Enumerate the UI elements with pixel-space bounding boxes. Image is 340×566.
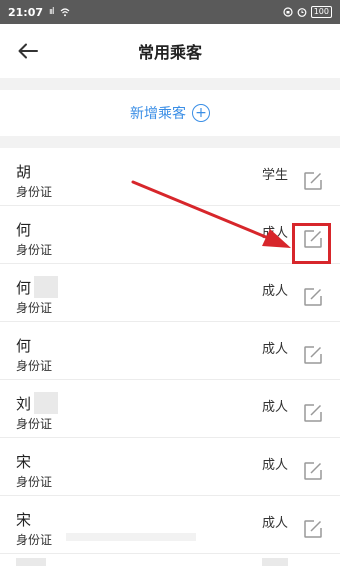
back-button[interactable] xyxy=(12,36,44,66)
redaction-block xyxy=(262,558,288,566)
status-time: 21:07 xyxy=(8,5,44,19)
alarm-clock-icon xyxy=(297,8,307,17)
page-title: 常用乘客 xyxy=(137,43,202,62)
wifi-icon xyxy=(60,7,69,16)
status-bar: 21:07 ııl 100 xyxy=(0,0,340,24)
passenger-row[interactable]: 宋 身份证 成人 xyxy=(0,438,340,496)
passenger-category: 成人 xyxy=(262,516,289,531)
passenger-doc-type: 身份证 xyxy=(16,533,53,547)
passenger-name: 何 xyxy=(16,279,32,297)
passenger-name: 胡 xyxy=(16,163,32,181)
edit-icon[interactable] xyxy=(302,170,324,192)
section-divider xyxy=(0,78,340,90)
passenger-doc-type: 身份证 xyxy=(16,475,53,489)
passenger-doc-type: 身份证 xyxy=(16,417,53,431)
add-passenger-label: 新增乘客 xyxy=(130,106,186,122)
passenger-row[interactable]: 宋 身份证 成人 xyxy=(0,496,340,554)
passenger-category: 成人 xyxy=(262,284,289,299)
passenger-row[interactable]: 刘 身份证 成人 xyxy=(0,380,340,438)
edit-icon[interactable] xyxy=(302,460,324,482)
annotation-highlight-box xyxy=(292,223,331,264)
passenger-category: 成人 xyxy=(262,226,289,241)
section-divider xyxy=(0,136,340,148)
passenger-doc-type: 身份证 xyxy=(16,243,53,257)
alarm-lock-icon xyxy=(283,7,293,17)
passenger-doc-type: 身份证 xyxy=(16,301,53,315)
passenger-name: 刘 xyxy=(16,395,32,413)
arrow-left-icon xyxy=(18,43,38,59)
nav-bar: 常用乘客 xyxy=(0,24,340,78)
passenger-list: 胡 身份证 学生 何 身份证 成人 何 身份证 成人 何 身份证 成人 刘 身份… xyxy=(0,148,340,566)
passenger-row[interactable]: 何 身份证 成人 xyxy=(0,206,340,264)
plus-circle-icon: + xyxy=(192,104,210,122)
status-left: 21:07 ııl xyxy=(8,6,70,19)
passenger-name: 宋 xyxy=(16,511,32,529)
passenger-category: 学生 xyxy=(262,168,289,183)
redaction-block xyxy=(34,276,58,298)
add-passenger-button[interactable]: 新增乘客 + xyxy=(0,90,340,136)
passenger-doc-type: 身份证 xyxy=(16,185,53,199)
status-right: 100 xyxy=(283,6,332,18)
edit-icon[interactable] xyxy=(302,402,324,424)
passenger-name: 何 xyxy=(16,221,32,239)
battery-icon: 100 xyxy=(310,6,332,18)
passenger-category: 成人 xyxy=(262,458,289,473)
passenger-row[interactable]: 胡 身份证 学生 xyxy=(0,148,340,206)
edit-icon[interactable] xyxy=(302,344,324,366)
redaction-block xyxy=(66,533,196,541)
passenger-row-partial[interactable] xyxy=(0,554,340,566)
phone-screen: 21:07 ııl 100 常用乘客 新增乘客 + 胡 身份证 学生 何 身份证… xyxy=(0,0,340,566)
signal-icon: ııl xyxy=(49,7,54,17)
passenger-row[interactable]: 何 身份证 成人 xyxy=(0,264,340,322)
passenger-category: 成人 xyxy=(262,342,289,357)
passenger-category: 成人 xyxy=(262,400,289,415)
passenger-doc-type: 身份证 xyxy=(16,359,53,373)
redaction-block xyxy=(34,392,58,414)
passenger-row[interactable]: 何 身份证 成人 xyxy=(0,322,340,380)
passenger-name: 何 xyxy=(16,337,32,355)
passenger-name: 宋 xyxy=(16,453,32,471)
redaction-block xyxy=(16,558,46,566)
edit-icon[interactable] xyxy=(302,518,324,540)
edit-icon[interactable] xyxy=(302,286,324,308)
